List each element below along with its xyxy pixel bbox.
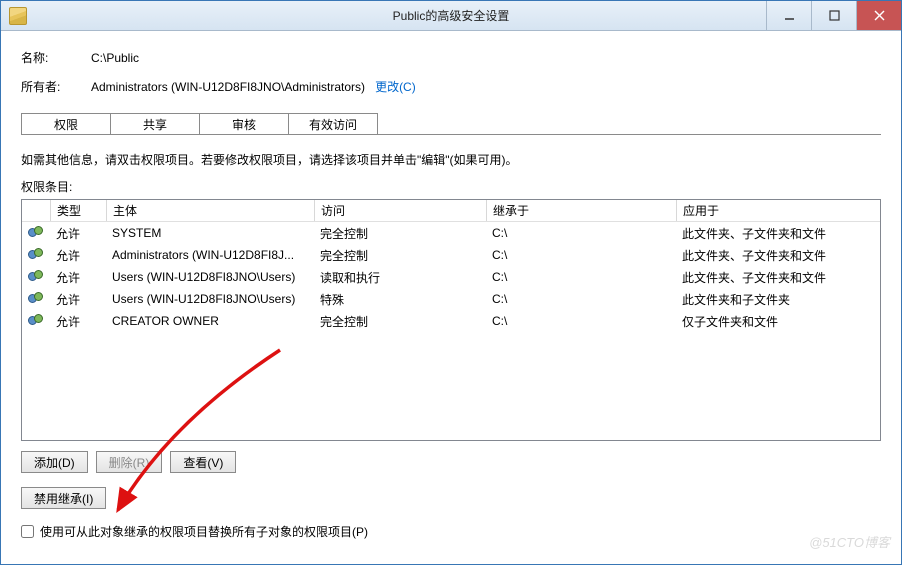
users-icon <box>28 292 44 306</box>
entry-type: 允许 <box>50 247 106 264</box>
window-title: Public的高级安全设置 <box>393 7 510 24</box>
col-type-header[interactable]: 类型 <box>50 200 106 221</box>
entry-inherit: C:\ <box>486 248 676 262</box>
entry-inherit: C:\ <box>486 270 676 284</box>
owner-row: 所有者: Administrators (WIN-U12D8FI8JNO\Adm… <box>21 78 881 95</box>
entry-principal: Administrators (WIN-U12D8FI8J... <box>106 248 314 262</box>
close-button[interactable] <box>856 1 901 30</box>
hint-text: 如需其他信息，请双击权限项目。若要修改权限项目，请选择该项目并单击"编辑"(如果… <box>21 151 881 168</box>
add-button[interactable]: 添加(D) <box>21 451 88 473</box>
entry-access: 完全控制 <box>314 247 486 264</box>
change-owner-link[interactable]: 更改(C) <box>375 78 416 95</box>
view-button[interactable]: 查看(V) <box>170 451 236 473</box>
entry-apply: 此文件夹、子文件夹和文件 <box>676 225 880 242</box>
col-access-header[interactable]: 访问 <box>314 200 486 221</box>
replace-children-row: 使用可从此对象继承的权限项目替换所有子对象的权限项目(P) <box>21 523 881 540</box>
entry-type: 允许 <box>50 313 106 330</box>
name-row: 名称: C:\Public <box>21 49 881 66</box>
tab-effective[interactable]: 有效访问 <box>288 113 378 135</box>
minimize-button[interactable] <box>766 1 811 30</box>
users-icon <box>28 248 44 262</box>
tabs: 权限 共享 审核 有效访问 <box>21 113 881 135</box>
entry-apply: 此文件夹、子文件夹和文件 <box>676 269 880 286</box>
permission-list[interactable]: 类型 主体 访问 继承于 应用于 允许SYSTEM完全控制C:\此文件夹、子文件… <box>21 199 881 441</box>
disable-inherit-button[interactable]: 禁用继承(I) <box>21 487 106 509</box>
entry-access: 完全控制 <box>314 313 486 330</box>
entry-principal: SYSTEM <box>106 226 314 240</box>
permission-header: 类型 主体 访问 继承于 应用于 <box>22 200 880 222</box>
tab-audit[interactable]: 审核 <box>199 113 289 135</box>
permission-entry[interactable]: 允许Administrators (WIN-U12D8FI8J...完全控制C:… <box>22 244 880 266</box>
entry-principal: Users (WIN-U12D8FI8JNO\Users) <box>106 292 314 306</box>
name-value: C:\Public <box>91 51 139 65</box>
entry-apply: 仅子文件夹和文件 <box>676 313 880 330</box>
entry-apply: 此文件夹、子文件夹和文件 <box>676 247 880 264</box>
entry-access: 完全控制 <box>314 225 486 242</box>
owner-value: Administrators (WIN-U12D8FI8JNO\Administ… <box>91 80 365 94</box>
entry-principal: CREATOR OWNER <box>106 314 314 328</box>
entry-access: 读取和执行 <box>314 269 486 286</box>
entry-apply: 此文件夹和子文件夹 <box>676 291 880 308</box>
entry-inherit: C:\ <box>486 314 676 328</box>
tab-share[interactable]: 共享 <box>110 113 200 135</box>
users-icon <box>28 314 44 328</box>
entry-inherit: C:\ <box>486 226 676 240</box>
owner-label: 所有者: <box>21 78 91 95</box>
list-label: 权限条目: <box>21 178 881 195</box>
maximize-button[interactable] <box>811 1 856 30</box>
users-icon <box>28 270 44 284</box>
entry-type: 允许 <box>50 291 106 308</box>
col-principal-header[interactable]: 主体 <box>106 200 314 221</box>
replace-children-label: 使用可从此对象继承的权限项目替换所有子对象的权限项目(P) <box>40 523 368 540</box>
titlebar: Public的高级安全设置 <box>1 1 901 31</box>
disable-inherit-row: 禁用继承(I) <box>21 487 881 509</box>
replace-children-checkbox[interactable] <box>21 525 34 538</box>
remove-button: 删除(R) <box>96 451 163 473</box>
permission-entry[interactable]: 允许CREATOR OWNER完全控制C:\仅子文件夹和文件 <box>22 310 880 332</box>
folder-icon <box>9 7 27 25</box>
tab-border <box>21 134 881 135</box>
entry-type: 允许 <box>50 225 106 242</box>
col-apply-header[interactable]: 应用于 <box>676 200 880 221</box>
col-inherit-header[interactable]: 继承于 <box>486 200 676 221</box>
permission-entry[interactable]: 允许Users (WIN-U12D8FI8JNO\Users)读取和执行C:\此… <box>22 266 880 288</box>
action-buttons: 添加(D) 删除(R) 查看(V) <box>21 451 881 473</box>
entry-type: 允许 <box>50 269 106 286</box>
tab-permissions[interactable]: 权限 <box>21 113 111 135</box>
permission-entry[interactable]: 允许SYSTEM完全控制C:\此文件夹、子文件夹和文件 <box>22 222 880 244</box>
name-label: 名称: <box>21 49 91 66</box>
dialog-window: Public的高级安全设置 名称: C:\Public 所有者: Adminis… <box>0 0 902 565</box>
entry-access: 特殊 <box>314 291 486 308</box>
entry-principal: Users (WIN-U12D8FI8JNO\Users) <box>106 270 314 284</box>
permission-entry[interactable]: 允许Users (WIN-U12D8FI8JNO\Users)特殊C:\此文件夹… <box>22 288 880 310</box>
entry-inherit: C:\ <box>486 292 676 306</box>
content-area: 名称: C:\Public 所有者: Administrators (WIN-U… <box>1 31 901 564</box>
window-controls <box>766 1 901 30</box>
users-icon <box>28 226 44 240</box>
